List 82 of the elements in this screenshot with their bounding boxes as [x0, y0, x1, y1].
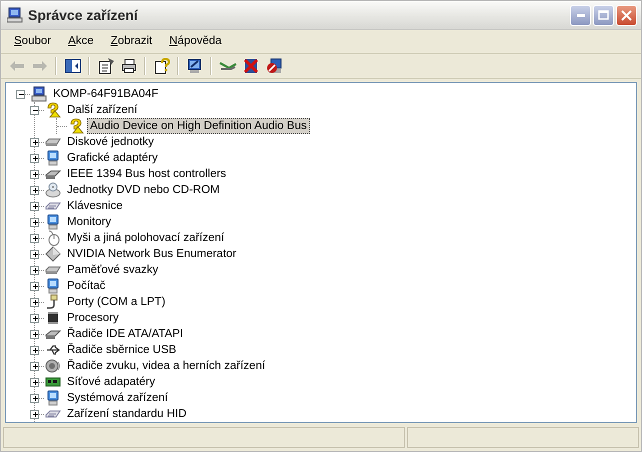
tree-item[interactable]: Další zařízení — [64, 102, 140, 118]
plus-icon — [31, 314, 38, 323]
expand-toggle[interactable] — [30, 298, 39, 307]
expand-toggle[interactable] — [30, 314, 39, 323]
expand-toggle[interactable] — [30, 330, 39, 339]
close-button[interactable] — [616, 4, 637, 26]
maximize-button[interactable] — [593, 4, 614, 26]
maximize-icon — [598, 10, 609, 20]
tree-item[interactable]: Řadiče IDE ATA/ATAPI — [64, 326, 186, 342]
plus-icon — [31, 250, 38, 259]
plus-icon — [31, 234, 38, 243]
plus-icon — [31, 346, 38, 355]
expand-toggle[interactable] — [30, 378, 39, 387]
menu-item[interactable]: Nápověda — [160, 32, 230, 50]
properties-icon — [98, 58, 114, 74]
plus-icon — [31, 202, 38, 211]
computer-icon — [7, 7, 23, 24]
tree-item[interactable]: NVIDIA Network Bus Enumerator — [64, 246, 240, 262]
tree-item[interactable]: Počítač — [64, 278, 108, 294]
plus-icon — [31, 362, 38, 371]
plus-icon — [31, 330, 38, 339]
tree-item[interactable]: Myši a jiná polohovací zařízení — [64, 230, 228, 246]
tree-item[interactable]: Procesory — [64, 310, 122, 326]
monitor-search-icon — [186, 58, 202, 74]
expand-toggle[interactable] — [30, 234, 39, 243]
tree-item[interactable]: Audio Device on High Definition Audio Bus — [87, 118, 310, 134]
tree-item[interactable]: Řadiče sběrnice USB — [64, 342, 180, 358]
plus-icon — [31, 394, 38, 403]
help-icon — [154, 58, 170, 74]
expand-toggle[interactable] — [30, 346, 39, 355]
expand-toggle[interactable] — [30, 266, 39, 275]
computer-icon — [31, 86, 47, 102]
plus-icon — [31, 218, 38, 227]
window-title: Správce zařízení — [28, 7, 139, 24]
tree-item[interactable]: Diskové jednotky — [64, 134, 157, 150]
tree-item[interactable]: Paměťové svazky — [64, 262, 162, 278]
arrow-left-icon — [10, 61, 24, 72]
tree-item[interactable]: Zařízení standardu HID — [64, 406, 190, 422]
minimize-button[interactable] — [570, 4, 591, 26]
minimize-icon — [576, 14, 584, 17]
plus-icon — [31, 266, 38, 275]
arrow-right-icon — [32, 61, 46, 72]
collapse-toggle[interactable] — [16, 90, 25, 99]
plus-icon — [31, 138, 38, 147]
tree-item[interactable]: Řadiče zvuku, videa a herních zařízení — [64, 358, 268, 374]
plus-icon — [31, 378, 38, 387]
plus-icon — [31, 186, 38, 195]
expand-toggle[interactable] — [30, 202, 39, 211]
expand-toggle[interactable] — [30, 170, 39, 179]
plus-icon — [31, 154, 38, 163]
tree-item[interactable]: IEEE 1394 Bus host controllers — [64, 166, 230, 182]
close-icon — [621, 10, 632, 21]
panel-icon — [64, 59, 80, 74]
expand-toggle[interactable] — [30, 218, 39, 227]
device-disabled-icon — [266, 58, 282, 74]
printer-icon — [120, 58, 136, 74]
device-x-icon — [242, 58, 258, 74]
expand-toggle[interactable] — [30, 250, 39, 259]
plus-icon — [31, 170, 38, 179]
tree-item[interactable]: Porty (COM a LPT) — [64, 294, 168, 310]
tree-item[interactable]: Grafické adaptéry — [64, 150, 161, 166]
tree-item[interactable]: Jednotky DVD nebo CD-ROM — [64, 182, 223, 198]
tree-item[interactable]: Monitory — [64, 214, 114, 230]
expand-toggle[interactable] — [30, 154, 39, 163]
tree-item[interactable]: Síťové adapatéry — [64, 374, 158, 390]
card-arrow-icon — [218, 60, 236, 72]
menu-item[interactable]: Soubor — [5, 32, 60, 50]
plus-icon — [31, 298, 38, 307]
expand-toggle[interactable] — [30, 186, 39, 195]
plus-icon — [31, 410, 38, 419]
plus-icon — [31, 282, 38, 291]
expand-toggle[interactable] — [30, 138, 39, 147]
expand-toggle[interactable] — [30, 106, 39, 115]
menu-item[interactable]: Akce — [59, 32, 102, 50]
tree-item[interactable]: Klávesnice — [64, 198, 126, 214]
menu-item[interactable]: Zobrazit — [102, 32, 160, 50]
expand-toggle[interactable] — [30, 282, 39, 291]
tree-item[interactable]: Systémová zařízení — [64, 390, 171, 406]
expand-toggle[interactable] — [30, 362, 39, 371]
expand-toggle[interactable] — [30, 394, 39, 403]
tree-item[interactable]: KOMP-64F91BA04F — [50, 86, 162, 102]
expand-toggle[interactable] — [30, 410, 39, 419]
